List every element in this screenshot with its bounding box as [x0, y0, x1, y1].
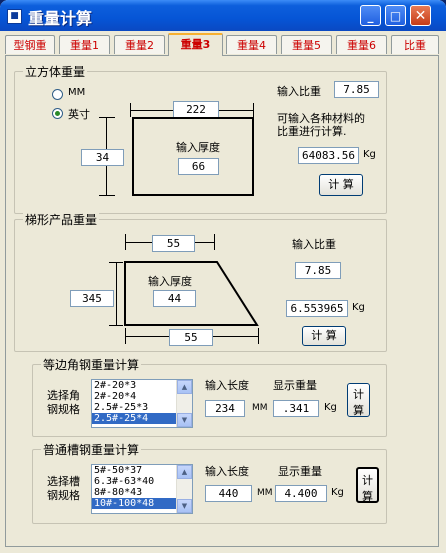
trap-top-width-input[interactable]: 55: [152, 235, 195, 252]
unit-mm-radio[interactable]: [52, 89, 63, 100]
angle-spec-listbox[interactable]: 2#-20*3 2#-20*4 2.5#-25*3 2.5#-25*4 ▲ ▼: [91, 379, 193, 428]
trap-bottom-width-input[interactable]: 55: [169, 329, 213, 346]
title-bar[interactable]: ■ 重量计算 _ □ ✕: [0, 0, 446, 31]
channel-steel-group: 普通槽钢重量计算 选择槽 钢规格 5#-50*37 6.3#-63*40 8#-…: [32, 441, 387, 524]
maximize-button[interactable]: □: [385, 5, 406, 26]
unit-inch-radio[interactable]: [52, 108, 63, 119]
scroll-up-icon[interactable]: ▲: [177, 380, 192, 394]
trap-height-input[interactable]: 345: [70, 290, 114, 307]
window-title: 重量计算: [28, 9, 93, 28]
trapezoid-group-label: 梯形产品重量: [23, 211, 100, 228]
trap-thickness-label: 输入厚度: [148, 275, 192, 288]
channel-display-label: 显示重量: [278, 465, 322, 478]
minimize-button[interactable]: _: [360, 5, 381, 26]
tab-panel: 立方体重量 MM 英寸 222 输入厚度 66 34 输入比重 7.85 可输入…: [5, 55, 439, 547]
height-dim-bottom-tick: [99, 195, 115, 196]
trap-density-label: 输入比重: [292, 238, 336, 251]
app-window: ■ 重量计算 _ □ ✕ 型钢重 重量1 重量2 重量3 重量4 重量5 重量6…: [0, 0, 446, 553]
angle-steel-group: 等边角钢重量计算 选择角 钢规格 2#-20*3 2#-20*4 2.5#-25…: [32, 356, 387, 437]
channel-calc-label-2: 算: [362, 490, 373, 503]
tab-section-steel[interactable]: 型钢重: [5, 35, 55, 54]
tab-weight3[interactable]: 重量3: [168, 33, 223, 56]
scroll-down-icon[interactable]: ▼: [177, 499, 192, 513]
trap-height-dim-line: [116, 262, 117, 325]
trap-result-unit: Kg: [352, 302, 365, 313]
cube-shape: [132, 117, 254, 196]
channel-weight-field[interactable]: 4.400: [275, 485, 327, 502]
angle-calc-button[interactable]: 计 算: [347, 383, 370, 417]
cube-result-unit: Kg: [363, 149, 376, 160]
cube-width-input[interactable]: 222: [173, 101, 219, 118]
trap-density-input[interactable]: 7.85: [295, 262, 341, 279]
angle-group-label: 等边角钢重量计算: [41, 356, 142, 373]
trap-calc-button[interactable]: 计 算: [302, 326, 346, 346]
channel-length-unit: MM: [257, 488, 273, 498]
cube-result-field[interactable]: 64083.56: [298, 147, 359, 164]
channel-spec-listbox[interactable]: 5#-50*37 6.3#-63*40 8#-80*43 10#-100*48 …: [91, 464, 193, 514]
angle-weight-field[interactable]: .341: [273, 400, 319, 417]
tab-weight6[interactable]: 重量6: [336, 35, 387, 54]
trap-result-field[interactable]: 6.553965: [286, 300, 348, 317]
cube-height-input[interactable]: 34: [81, 149, 124, 166]
trapezoid-group: 梯形产品重量 55 输入厚度 44 345 55 输入比重 7.85 6.553…: [14, 211, 387, 352]
tab-weight1[interactable]: 重量1: [59, 35, 110, 54]
angle-weight-unit: Kg: [324, 402, 337, 413]
tab-weight5[interactable]: 重量5: [281, 35, 332, 54]
angle-calc-label-1: 计: [353, 388, 364, 401]
angle-select-label-2: 钢规格: [47, 403, 80, 416]
scroll-up-icon[interactable]: ▲: [177, 465, 192, 479]
scroll-down-icon[interactable]: ▼: [177, 413, 192, 427]
app-icon[interactable]: ■: [7, 9, 22, 24]
cube-density-input[interactable]: 7.85: [334, 81, 379, 98]
tab-weight2[interactable]: 重量2: [114, 35, 165, 54]
trap-thickness-input[interactable]: 44: [153, 290, 196, 307]
angle-display-label: 显示重量: [273, 379, 317, 392]
close-button[interactable]: ✕: [410, 5, 431, 26]
cube-thickness-input[interactable]: 66: [178, 158, 219, 175]
channel-length-input[interactable]: 440: [205, 485, 252, 502]
tab-strip: 型钢重 重量1 重量2 重量3 重量4 重量5 重量6 比重: [5, 33, 441, 56]
unit-mm-label[interactable]: MM: [68, 87, 85, 98]
channel-weight-unit: Kg: [331, 487, 344, 498]
channel-list-scrollbar[interactable]: ▲ ▼: [176, 465, 192, 513]
cube-hint-line2: 比重进行计算.: [277, 125, 347, 138]
angle-length-label: 输入长度: [205, 379, 249, 392]
height-dim-top-tick: [99, 117, 115, 118]
channel-select-label-2: 钢规格: [47, 489, 80, 502]
channel-calc-label-1: 计: [362, 474, 373, 487]
channel-group-label: 普通槽钢重量计算: [41, 441, 142, 458]
tab-weight4[interactable]: 重量4: [226, 35, 277, 54]
angle-length-unit: MM: [252, 403, 268, 413]
unit-inch-label[interactable]: 英寸: [68, 106, 90, 122]
cube-density-label: 输入比重: [277, 85, 321, 98]
cube-group: 立方体重量 MM 英寸 222 输入厚度 66 34 输入比重 7.85 可输入…: [14, 63, 387, 214]
angle-list-scrollbar[interactable]: ▲ ▼: [176, 380, 192, 427]
angle-calc-label-2: 算: [353, 404, 364, 417]
channel-calc-button[interactable]: 计 算: [356, 467, 379, 503]
height-dim-bottom-tick: [109, 325, 123, 326]
cube-thickness-label: 输入厚度: [176, 141, 220, 154]
tab-density[interactable]: 比重: [391, 35, 439, 54]
angle-length-input[interactable]: 234: [205, 400, 245, 417]
channel-length-label: 输入长度: [205, 465, 249, 478]
cube-calc-button[interactable]: 计 算: [319, 174, 363, 196]
cube-group-label: 立方体重量: [23, 63, 88, 80]
